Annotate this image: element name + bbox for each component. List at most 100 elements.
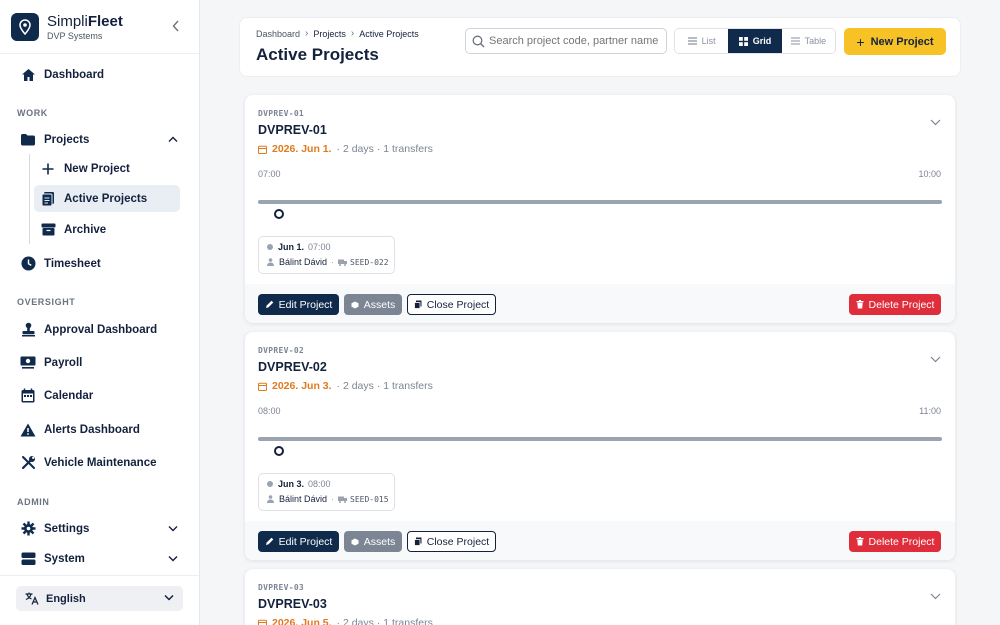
search-box[interactable] xyxy=(465,28,667,54)
sidebar-item-label: Timesheet xyxy=(44,257,101,270)
status-dot xyxy=(267,481,273,487)
close-project-button[interactable]: Close Project xyxy=(407,294,496,315)
calendar-icon xyxy=(258,145,267,154)
transfer-detail-row: Bálint Dávid · SEED-015 xyxy=(267,494,389,504)
sidebar-item-timesheet[interactable]: Timesheet xyxy=(14,250,180,277)
language-label: English xyxy=(46,592,86,605)
close-project-label: Close Project xyxy=(426,298,490,311)
location-pin-logo-icon xyxy=(11,12,39,41)
project-title: DVPREV-02 xyxy=(258,360,327,374)
driver-name: Bálint Dávid xyxy=(279,257,328,267)
view-table-button[interactable]: Table xyxy=(781,29,835,53)
search-input[interactable] xyxy=(489,35,659,47)
sidebar-item-settings[interactable]: Settings xyxy=(14,515,180,542)
transfer-date: Jun 1. xyxy=(278,242,305,252)
person-icon xyxy=(267,495,274,503)
box-icon xyxy=(351,538,359,546)
project-date-row: 2026. Jun 5. · 2 days · 1 transfers xyxy=(258,617,433,625)
clock-icon xyxy=(20,256,36,272)
new-project-label: New Project xyxy=(870,35,934,48)
delete-project-button[interactable]: Delete Project xyxy=(849,294,941,315)
breadcrumb-projects[interactable]: Projects xyxy=(313,29,346,39)
breadcrumb-active-projects: Active Projects xyxy=(359,28,419,39)
timeline-track xyxy=(258,200,942,204)
page-header: Dashboard › Projects › Active Projects A… xyxy=(239,17,961,77)
language-select[interactable]: English xyxy=(16,586,183,611)
pencil-icon xyxy=(265,537,274,546)
sidebar-item-projects[interactable]: Projects xyxy=(14,126,180,153)
archive-box-icon xyxy=(40,222,56,238)
copy-icon xyxy=(413,537,422,546)
view-list-button[interactable]: List xyxy=(675,29,729,53)
breadcrumb-dashboard[interactable]: Dashboard xyxy=(256,29,300,39)
edit-project-button[interactable]: Edit Project xyxy=(258,294,339,315)
view-list-label: List xyxy=(701,36,716,46)
timeline-marker[interactable] xyxy=(274,209,284,219)
sidebar-item-system[interactable]: System xyxy=(14,545,180,572)
driver-name: Bálint Dávid xyxy=(279,494,328,504)
sidebar-item-calendar[interactable]: Calendar xyxy=(14,382,180,409)
sidebar-item-active-projects[interactable]: Active Projects xyxy=(34,185,180,212)
brand-name: SimpliFleet xyxy=(47,12,123,30)
sidebar-item-label: New Project xyxy=(64,162,130,175)
project-date-row: 2026. Jun 1. · 2 days · 1 transfers xyxy=(258,143,433,155)
transfer-card[interactable]: Jun 1. 07:00 Bálint Dávid · SEED-022 xyxy=(258,236,395,274)
edit-project-button[interactable]: Edit Project xyxy=(258,531,339,552)
sidebar-item-new-project[interactable]: New Project xyxy=(34,155,180,182)
project-title: DVPREV-03 xyxy=(258,597,327,611)
sidebar-item-label: Archive xyxy=(64,223,107,236)
timeline-marker[interactable] xyxy=(274,446,284,456)
translate-icon xyxy=(25,592,39,605)
sidebar-item-label: Approval Dashboard xyxy=(44,323,158,336)
delete-project-label: Delete Project xyxy=(868,535,935,548)
grid-icon xyxy=(738,36,748,46)
edit-project-label: Edit Project xyxy=(278,535,333,548)
sidebar-item-alerts-dashboard[interactable]: Alerts Dashboard xyxy=(14,416,180,443)
sidebar-item-dashboard[interactable]: Dashboard xyxy=(14,61,180,88)
sidebar-item-vehicle-maintenance[interactable]: Vehicle Maintenance xyxy=(14,449,180,476)
project-title: DVPREV-01 xyxy=(258,123,327,137)
sidebar-item-payroll[interactable]: Payroll xyxy=(14,349,180,376)
money-icon xyxy=(20,355,36,371)
sidebar-divider xyxy=(0,575,199,576)
chevron-down-icon[interactable] xyxy=(930,113,941,131)
delete-project-label: Delete Project xyxy=(868,298,935,311)
delete-project-button[interactable]: Delete Project xyxy=(849,531,941,552)
sidebar: SimpliFleet DVP Systems Dashboard WORK P… xyxy=(0,0,200,625)
separator-dot: · xyxy=(331,257,335,267)
separator-dot: · xyxy=(331,494,335,504)
sidebar-item-approval-dashboard[interactable]: Approval Dashboard xyxy=(14,316,180,343)
collapse-sidebar-icon[interactable] xyxy=(169,18,183,34)
edit-project-label: Edit Project xyxy=(278,298,333,311)
timeline-end-time: 10:00 xyxy=(918,169,941,179)
brand-subtitle: DVP Systems xyxy=(47,30,103,41)
chevron-down-icon[interactable] xyxy=(930,587,941,605)
calendar-icon xyxy=(20,388,36,404)
chevron-down-icon xyxy=(164,592,174,604)
project-date-row: 2026. Jun 3. · 2 days · 1 transfers xyxy=(258,380,433,392)
sidebar-item-label: System xyxy=(44,552,85,565)
project-code: DVPREV-03 xyxy=(258,583,305,592)
transfer-time: 08:00 xyxy=(308,479,331,489)
assets-label: Assets xyxy=(363,535,396,548)
chevron-down-icon[interactable] xyxy=(930,350,941,368)
sidebar-item-archive[interactable]: Archive xyxy=(34,216,180,243)
folder-icon xyxy=(20,132,36,148)
gear-icon xyxy=(20,521,36,537)
new-project-button[interactable]: + New Project xyxy=(844,28,946,55)
section-label-oversight: OVERSIGHT xyxy=(17,297,76,307)
stamp-icon xyxy=(20,322,36,338)
close-project-button[interactable]: Close Project xyxy=(407,531,496,552)
transfer-detail-row: Bálint Dávid · SEED-022 xyxy=(267,257,389,267)
person-icon xyxy=(267,258,274,266)
wrench-screwdriver-icon xyxy=(20,455,36,471)
page-title: Active Projects xyxy=(256,45,379,64)
section-label-work: WORK xyxy=(17,108,48,118)
assets-button[interactable]: Assets xyxy=(344,531,402,552)
transfer-card[interactable]: Jun 3. 08:00 Bálint Dávid · SEED-015 xyxy=(258,473,395,511)
assets-button[interactable]: Assets xyxy=(344,294,402,315)
view-grid-button[interactable]: Grid xyxy=(728,29,782,53)
project-date: 2026. Jun 3. xyxy=(272,380,332,392)
timeline-end-time: 11:00 xyxy=(919,406,941,416)
vehicle-icon xyxy=(338,496,348,503)
